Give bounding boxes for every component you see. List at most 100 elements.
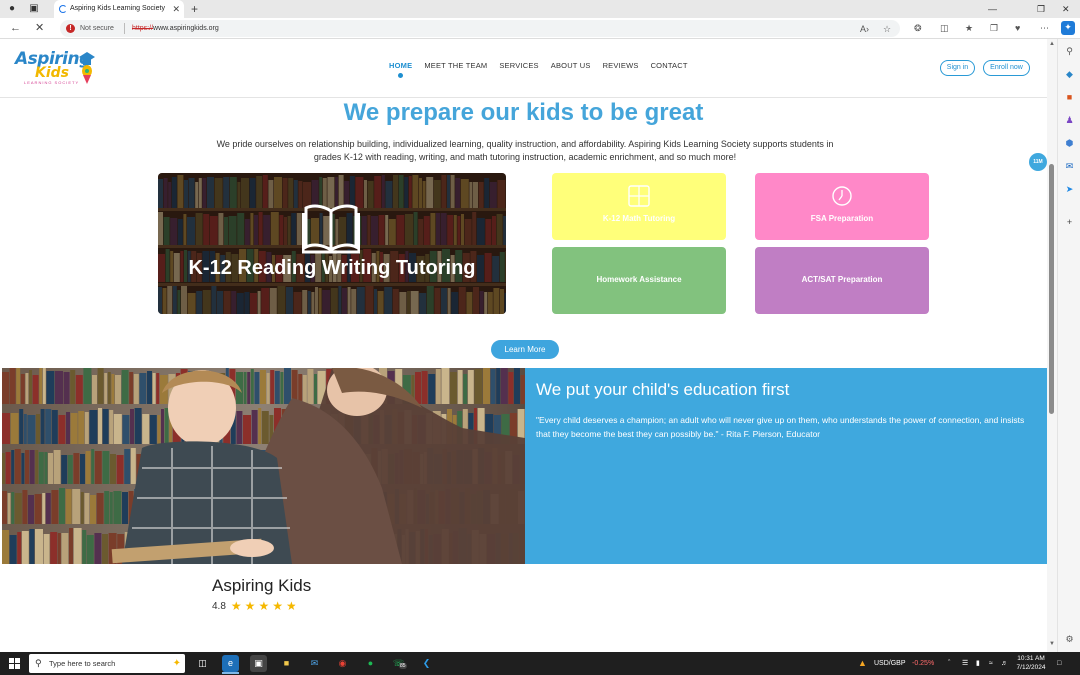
tile-fsa-label: FSA Preparation [810, 214, 874, 223]
education-panel: We put your child's education first "Eve… [525, 368, 1047, 564]
stocks-widget-icon[interactable]: ▲ [858, 652, 867, 675]
omnibox-divider [124, 23, 125, 34]
nav-meet-the-team[interactable]: MEET THE TEAM [424, 61, 487, 75]
url-host: www.aspiringkids.org [153, 25, 219, 32]
rating-star: ★ [258, 599, 270, 613]
whatsapp-unread-badge: 85 [399, 663, 407, 669]
chrome-app-icon[interactable]: ◉ [334, 655, 351, 672]
wifi-icon[interactable]: ≈ [989, 652, 993, 675]
sidebar-outlook-icon[interactable]: ✉ [1063, 160, 1076, 173]
browser-essentials-icon[interactable]: ♥ [1015, 22, 1020, 34]
floating-badge[interactable]: 11M [1029, 153, 1047, 171]
back-arrow-icon[interactable]: ← [10, 21, 21, 35]
scroll-up-icon[interactable]: ▲ [1049, 41, 1055, 47]
mail-app-icon[interactable]: ✉ [306, 655, 323, 672]
reading-writing-card[interactable]: K-12 Reading Writing Tutoring [158, 173, 506, 314]
favorites-icon[interactable]: ★ [965, 22, 973, 34]
taskbar-clock[interactable]: 10:31 AM 7/12/2024 [1011, 654, 1051, 672]
url-text[interactable]: https://www.aspiringkids.org [132, 20, 219, 37]
store-app-icon[interactable]: ▣ [250, 655, 267, 672]
calculator-icon [628, 185, 650, 207]
split-screen-icon[interactable]: ◫ [940, 22, 949, 34]
sign-in-button[interactable]: Sign in [940, 60, 975, 76]
sidebar-m365-icon[interactable]: ⬢ [1063, 137, 1076, 150]
page-viewport: Aspiring Kids LEARNING SOCIETY HOME MEET… [0, 39, 1047, 652]
currency-label[interactable]: USD/GBP [874, 652, 906, 675]
rating-business-name: Aspiring Kids [212, 576, 312, 595]
spotify-app-icon[interactable]: ● [362, 655, 379, 672]
scroll-down-icon[interactable]: ▼ [1049, 641, 1055, 647]
rating-star: ★ [285, 599, 297, 613]
address-bar-row: ← ✕ ! Not secure https://www.aspiringkid… [0, 18, 1080, 39]
tile-math-tutoring[interactable]: K-12 Math Tutoring [552, 173, 726, 240]
tray-overflow-icon[interactable]: ˆ [948, 652, 950, 675]
taskbar-search-box[interactable]: ⚲ Type here to search ✦ [29, 654, 185, 673]
favorite-star-icon[interactable]: ☆ [883, 23, 891, 35]
read-aloud-icon[interactable]: A› [860, 23, 869, 35]
browser-tab-active[interactable]: Aspiring Kids Learning Society ✕ [54, 0, 184, 18]
tile-homework-assistance[interactable]: Homework Assistance [552, 247, 726, 314]
extensions-icon[interactable]: ❂ [914, 22, 922, 34]
site-logo[interactable]: Aspiring Kids LEARNING SOCIETY [15, 49, 97, 89]
clock-date: 7/12/2024 [1016, 664, 1046, 671]
windows-start-icon[interactable] [9, 658, 20, 669]
battery-icon[interactable]: ▮ [976, 652, 980, 675]
sidebar-send-icon[interactable]: ➤ [1063, 183, 1076, 196]
scrollbar-thumb[interactable] [1049, 164, 1054, 414]
tile-act-sat-label: ACT/SAT Preparation [801, 275, 883, 284]
rating-row: 4.8 ★ ★ ★ ★ ★ [212, 599, 297, 613]
education-title: We put your child's education first [536, 380, 790, 399]
search-icon: ⚲ [35, 658, 42, 668]
security-label[interactable]: Not secure [80, 20, 114, 37]
sidebar-add-icon[interactable]: + [1063, 216, 1076, 229]
enroll-now-button[interactable]: Enroll now [983, 60, 1030, 76]
file-explorer-icon[interactable]: ■ [278, 655, 295, 672]
sidebar-settings-icon[interactable]: ⚙ [1063, 633, 1076, 646]
edge-app-icon[interactable]: e [222, 655, 239, 672]
nav-contact[interactable]: CONTACT [651, 61, 688, 75]
sidebar-search-icon[interactable]: ⚲ [1063, 45, 1076, 58]
rating-star: ★ [230, 599, 242, 613]
collections-icon[interactable]: ❐ [990, 22, 998, 34]
task-view-icon[interactable]: ◫ [194, 655, 211, 672]
rating-star: ★ [244, 599, 256, 613]
nav-home[interactable]: HOME [389, 61, 412, 78]
new-tab-button[interactable]: + [191, 1, 198, 17]
sidebar-tools-icon[interactable]: ■ [1063, 91, 1076, 104]
sidebar-tag-icon[interactable]: ◆ [1063, 68, 1076, 81]
nav-about-us[interactable]: ABOUT US [551, 61, 591, 75]
tile-act-sat-preparation[interactable]: ACT/SAT Preparation [755, 247, 929, 314]
tab-actions-icon[interactable]: ▣ [28, 3, 40, 15]
tab-close-icon[interactable]: ✕ [172, 0, 180, 18]
minimize-button[interactable]: — [988, 2, 997, 16]
vscode-app-icon[interactable]: ❮ [418, 655, 435, 672]
copilot-icon[interactable]: ✦ [1061, 21, 1075, 35]
currency-change: -0.25% [912, 660, 935, 667]
address-bar[interactable]: ! Not secure https://www.aspiringkids.or… [60, 20, 900, 37]
learn-more-button[interactable]: Learn More [491, 340, 559, 359]
tab-title: Aspiring Kids Learning Society [70, 5, 165, 12]
tile-homework-label: Homework Assistance [596, 275, 682, 284]
nav-services[interactable]: SERVICES [499, 61, 538, 75]
site-header: Aspiring Kids LEARNING SOCIETY HOME MEET… [0, 39, 1047, 98]
more-menu-icon[interactable]: ⋯ [1040, 22, 1049, 34]
clock-time: 10:31 AM [1017, 655, 1045, 662]
hero-subtitle: We pride ourselves on relationship build… [216, 139, 834, 162]
open-book-icon [302, 204, 360, 254]
nav-reviews[interactable]: REVIEWS [603, 61, 639, 75]
notifications-icon[interactable]: □ [1057, 652, 1061, 675]
rating-star: ★ [272, 599, 283, 613]
logo-line-3: LEARNING SOCIETY [24, 80, 80, 85]
volume-icon[interactable]: ♬ [1001, 652, 1008, 675]
page-scrollbar[interactable]: ▲ ▼ [1047, 39, 1057, 652]
loading-spinner-icon [59, 5, 67, 13]
close-window-button[interactable]: ✕ [1062, 2, 1070, 16]
restore-button[interactable]: ❐ [1037, 2, 1045, 16]
sidebar-games-icon[interactable]: ♟ [1063, 114, 1076, 127]
profile-icon[interactable]: ● [6, 3, 18, 15]
reading-card-title: K-12 Reading Writing Tutoring [188, 257, 476, 279]
network-icon[interactable]: ☰ [962, 652, 968, 675]
tile-fsa-preparation[interactable]: FSA Preparation [755, 173, 929, 240]
stop-loading-icon[interactable]: ✕ [35, 21, 44, 35]
windows-taskbar: ⚲ Type here to search ✦ ◫ e ▣ ■ ✉ ◉ ● ☏ … [0, 652, 1080, 675]
